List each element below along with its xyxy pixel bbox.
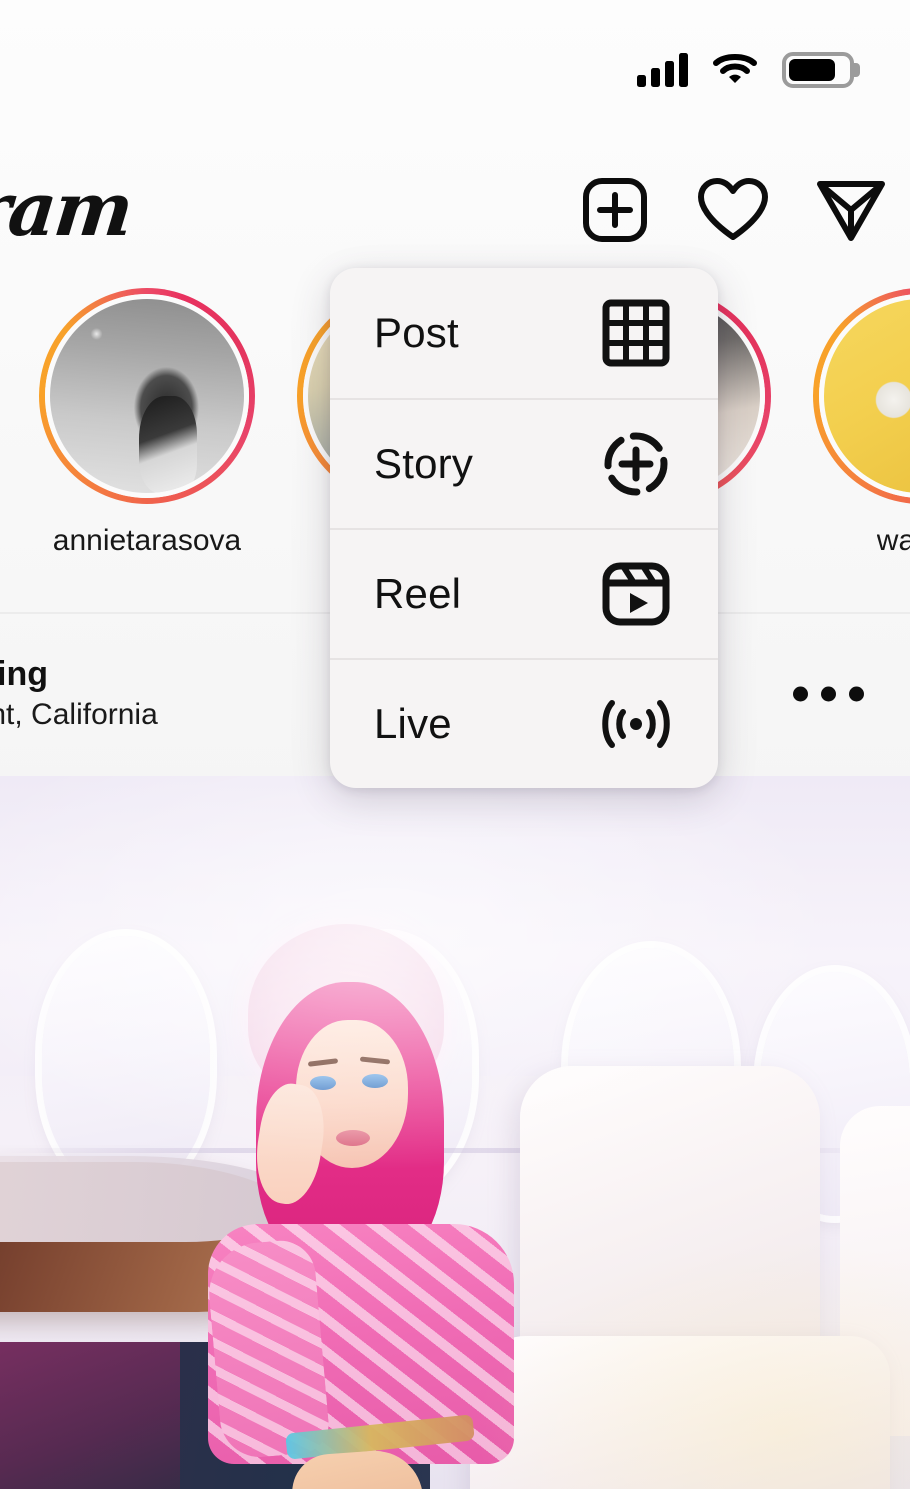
story-item[interactable]: wande [792, 288, 910, 558]
post-more-options-button[interactable] [793, 686, 864, 702]
create-menu-item-label: Post [374, 309, 459, 356]
create-menu-item-label: Reel [374, 570, 462, 617]
create-post-button[interactable] [556, 150, 674, 270]
create-menu-item-post[interactable]: Post [330, 268, 718, 398]
photo-subject [200, 924, 530, 1489]
avatar [45, 294, 249, 498]
ellipsis-icon [821, 686, 836, 702]
reel-icon [598, 556, 674, 632]
live-broadcast-icon [598, 686, 674, 762]
plus-square-icon [583, 178, 647, 242]
create-menu[interactable]: Post Story Reel Live [330, 268, 718, 788]
ellipsis-icon [793, 686, 808, 702]
post-author-block[interactable]: larling Point, California [0, 653, 158, 736]
post-username[interactable]: larling [0, 653, 158, 696]
story-ring [39, 288, 255, 504]
create-menu-item-label: Story [374, 440, 474, 487]
subject-eye [362, 1074, 388, 1088]
header-actions [556, 150, 910, 270]
subject-lips [336, 1130, 370, 1146]
create-menu-item-story[interactable]: Story [330, 398, 718, 528]
direct-messages-button[interactable] [792, 150, 910, 270]
story-ring [813, 288, 910, 504]
instagram-logo[interactable]: gram [0, 167, 136, 253]
create-menu-item-live[interactable]: Live [330, 658, 718, 788]
create-menu-item-reel[interactable]: Reel [330, 528, 718, 658]
grid-icon [598, 295, 674, 371]
story-plus-icon [598, 426, 674, 502]
cellular-signal-icon [637, 53, 688, 87]
story-username: wande [876, 524, 910, 557]
status-bar [0, 0, 910, 140]
app-header: gram [0, 150, 910, 270]
subject-eye [310, 1076, 336, 1090]
story-username: annietarasova [52, 524, 242, 557]
post-image[interactable] [0, 776, 910, 1489]
post-location[interactable]: Point, California [0, 695, 158, 736]
ellipsis-icon [849, 686, 864, 702]
subject-sleeve [204, 1237, 332, 1461]
activity-button[interactable] [674, 150, 792, 270]
create-menu-item-label: Live [374, 700, 452, 747]
wifi-icon [712, 52, 758, 88]
avatar [819, 294, 910, 498]
story-item[interactable]: annietarasova [18, 288, 276, 558]
cabin-floor-accent [0, 1342, 180, 1489]
heart-icon [698, 178, 768, 240]
instagram-app-screen: gram annietarasova wa ing t, California … [0, 0, 910, 1489]
paper-plane-icon [817, 181, 885, 241]
cabin-seat-base [470, 1336, 890, 1489]
battery-icon [782, 52, 860, 88]
